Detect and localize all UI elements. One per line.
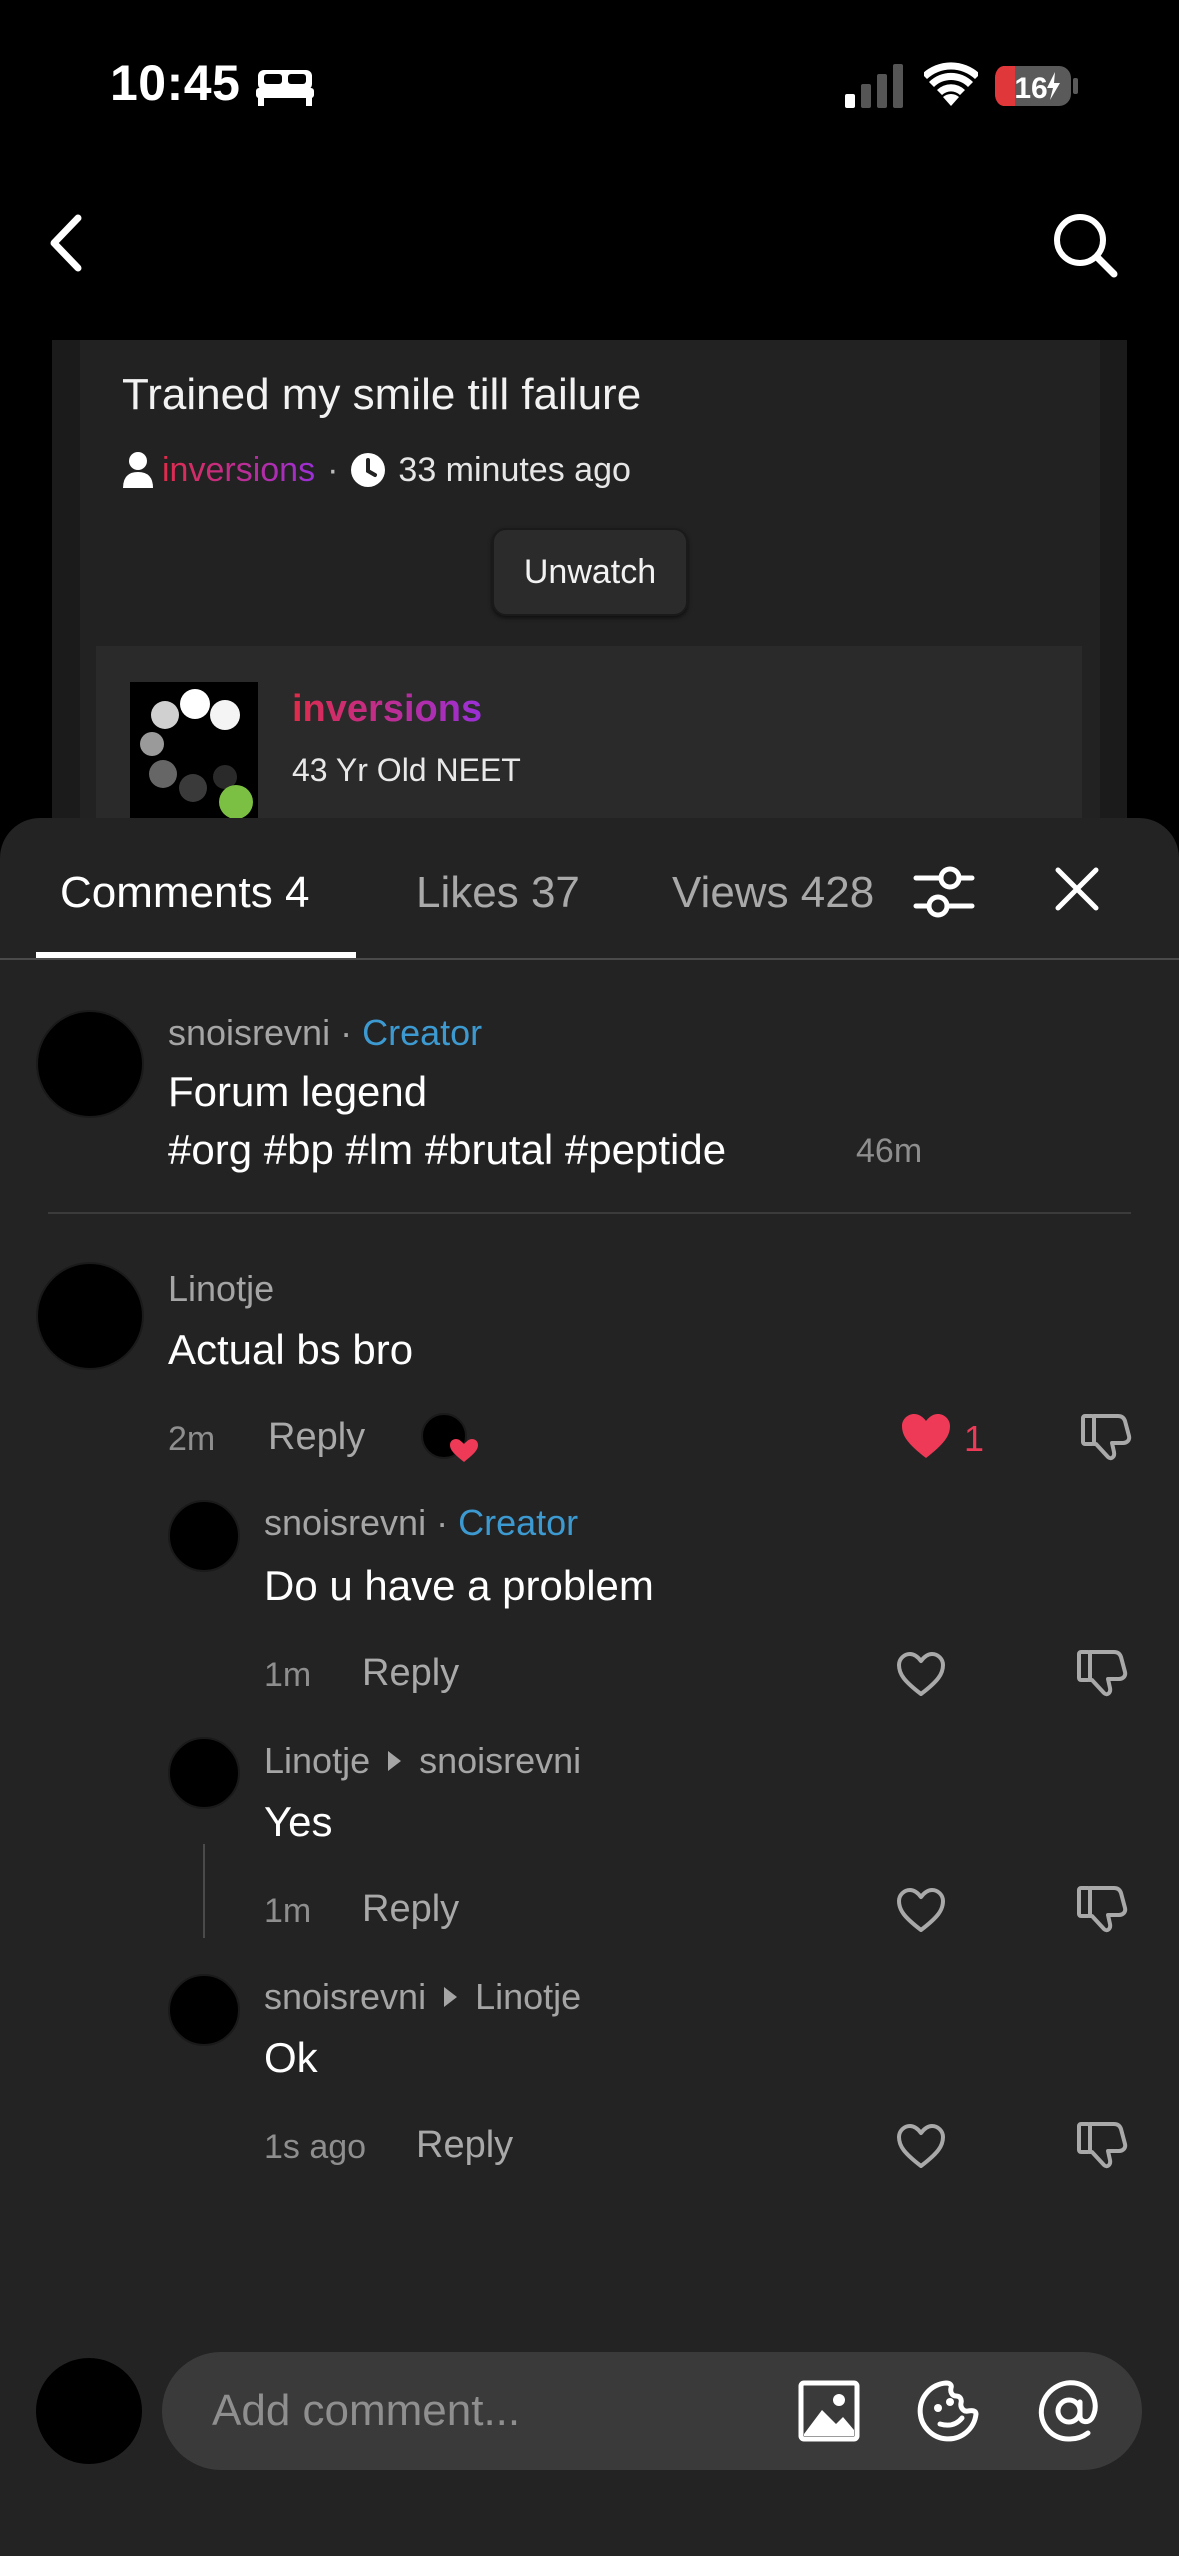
dislike-icon[interactable]	[1076, 1646, 1128, 1698]
liked-by-creator-badge	[421, 1413, 478, 1462]
battery-icon: 16	[995, 66, 1078, 106]
comment-username[interactable]: Linotje	[168, 1268, 274, 1310]
comment-time: 1m	[264, 1892, 312, 1930]
wifi-icon	[924, 62, 978, 106]
thread-line	[203, 1844, 205, 1938]
close-icon[interactable]	[1054, 866, 1100, 912]
dislike-icon[interactable]	[1076, 1882, 1128, 1934]
reply-button[interactable]: Reply	[416, 2124, 513, 2167]
username-text[interactable]: Linotje	[264, 1740, 370, 1782]
username-text[interactable]: snoisrevni	[264, 1502, 426, 1544]
tab-comments[interactable]: Comments 4	[60, 868, 309, 918]
comment-time: 1m	[264, 1656, 312, 1694]
comment-time: 1s ago	[264, 2128, 367, 2166]
tab-views[interactable]: Views 428	[672, 868, 882, 918]
status-time: 10:45	[110, 55, 241, 111]
battery-level: 16	[1014, 72, 1047, 105]
active-tab-indicator	[36, 952, 356, 958]
comment-composer[interactable]: Add comment...	[162, 2352, 1142, 2470]
filter-icon[interactable]	[912, 860, 976, 924]
search-button[interactable]	[1050, 210, 1120, 280]
comment-text: Actual bs bro	[168, 1326, 414, 1373]
image-icon[interactable]	[796, 2378, 862, 2444]
post-author[interactable]: inversions	[162, 451, 315, 490]
dislike-icon[interactable]	[1080, 1410, 1132, 1462]
dislike-icon[interactable]	[1076, 2118, 1128, 2170]
profile-avatar	[130, 682, 258, 822]
comment-time: 2m	[168, 1420, 216, 1458]
username-separator: ·	[436, 1502, 449, 1543]
clock-icon	[351, 453, 386, 487]
reply-button[interactable]: Reply	[362, 1888, 459, 1931]
signal-icon	[845, 64, 903, 108]
heart-icon[interactable]	[895, 1886, 947, 1934]
sticker-icon[interactable]	[916, 2378, 982, 2444]
status-bar: 10:45 16	[0, 0, 1179, 170]
tab-bar: Comments 4 Likes 37 Views 428	[0, 818, 1179, 960]
username-text[interactable]: snoisrevni	[168, 1012, 330, 1054]
comment-text: Ok	[264, 2034, 318, 2081]
composer-avatar	[36, 2358, 142, 2464]
reply-button[interactable]: Reply	[362, 1652, 459, 1695]
like-count: 1	[964, 1418, 985, 1459]
post-title: Trained my smile till failure	[122, 370, 642, 419]
reply-to-arrow-icon	[444, 1987, 458, 2007]
tab-likes[interactable]: Likes 37	[416, 868, 580, 918]
comment-text: Forum legend	[168, 1068, 428, 1115]
bed-icon	[256, 70, 314, 106]
profile-bio: 43 Yr Old NEET	[292, 752, 521, 788]
heart-icon[interactable]	[895, 2122, 947, 2170]
comment-time: 46m	[856, 1132, 923, 1170]
username-separator: ·	[340, 1012, 353, 1053]
comment-username[interactable]: snoisrevni · Creator	[168, 1012, 482, 1054]
avatar[interactable]	[168, 1974, 240, 2046]
avatar[interactable]	[36, 1262, 144, 1370]
avatar[interactable]	[36, 1010, 144, 1118]
creator-badge: Creator	[362, 1012, 483, 1053]
comment-hashtags[interactable]: #org #bp #lm #brutal #peptide	[168, 1126, 726, 1174]
profile-name[interactable]: inversions	[292, 688, 482, 731]
username-text[interactable]: snoisrevni	[264, 1976, 426, 2018]
heart-icon[interactable]	[895, 1650, 947, 1698]
heart-icon[interactable]	[900, 1412, 952, 1460]
at-icon[interactable]	[1036, 2378, 1102, 2444]
comment-username[interactable]: Linotje snoisrevni	[264, 1740, 581, 1782]
comment-username[interactable]: snoisrevni Linotje	[264, 1976, 581, 2018]
creator-badge: Creator	[458, 1502, 579, 1543]
user-icon	[123, 452, 153, 488]
back-button[interactable]	[40, 210, 96, 276]
avatar[interactable]	[168, 1737, 240, 1809]
divider	[48, 1212, 1131, 1214]
reply-to-username[interactable]: Linotje	[475, 1976, 581, 2018]
post-time: 33 minutes ago	[398, 450, 631, 489]
comment-input[interactable]: Add comment...	[212, 2386, 520, 2436]
reply-to-arrow-icon	[388, 1751, 402, 1771]
post-meta: inversions · 33 minutes ago	[122, 446, 631, 494]
avatar[interactable]	[168, 1500, 240, 1572]
meta-separator: ·	[327, 450, 339, 489]
unwatch-button[interactable]: Unwatch	[492, 528, 688, 616]
reply-to-username[interactable]: snoisrevni	[419, 1740, 581, 1782]
comment-text: Do u have a problem	[264, 1562, 654, 1609]
reply-button[interactable]: Reply	[268, 1416, 365, 1459]
comment-text: Yes	[264, 1798, 333, 1845]
comment-username[interactable]: snoisrevni · Creator	[264, 1502, 578, 1544]
